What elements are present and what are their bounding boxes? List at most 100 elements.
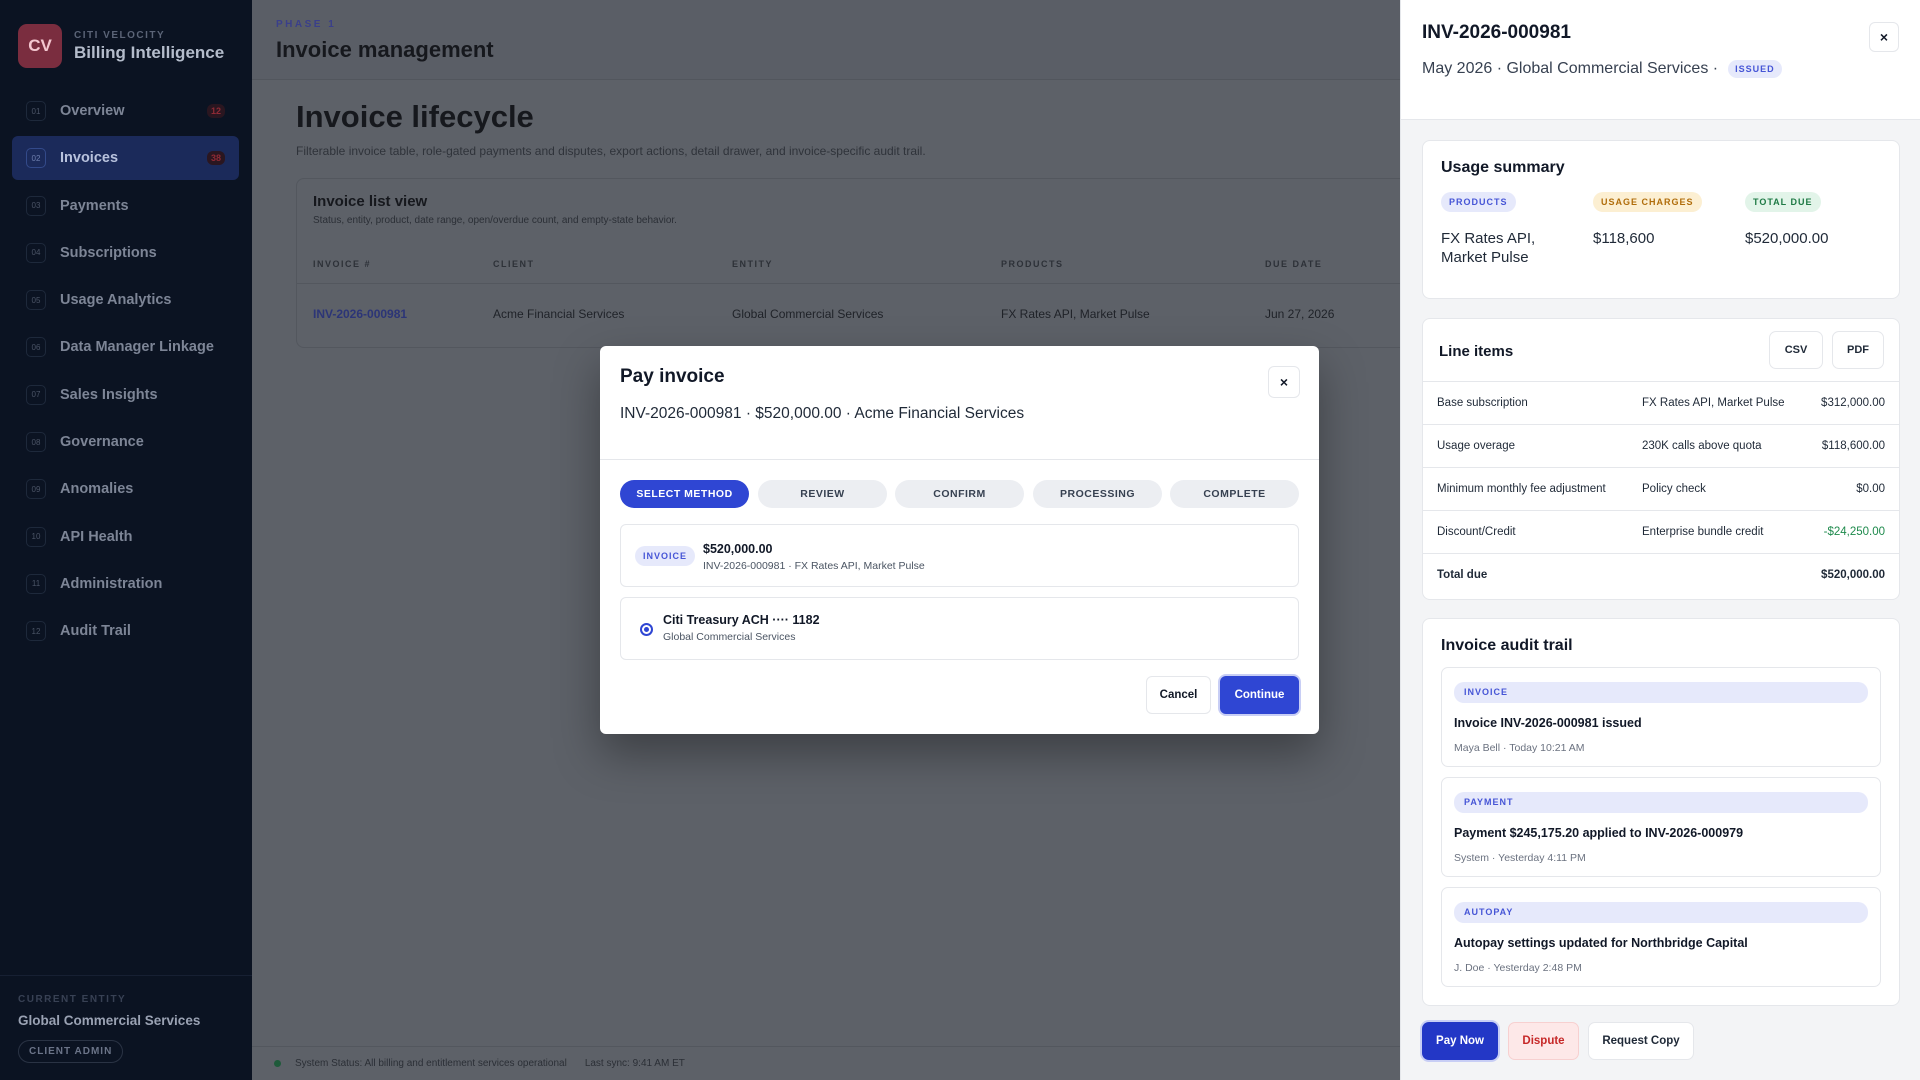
audit-entry: INVOICE Invoice INV-2026-000981 issued M…	[1441, 667, 1881, 767]
dispute-button[interactable]: Dispute	[1508, 1022, 1579, 1060]
page-title: Invoice management	[276, 37, 494, 62]
request-copy-button[interactable]: Request Copy	[1588, 1022, 1694, 1060]
invoice-link[interactable]: INV-2026-000981	[313, 307, 407, 321]
audit-entry: PAYMENT Payment $245,175.20 applied to I…	[1441, 777, 1881, 877]
role-badge: CLIENT ADMIN	[18, 1040, 124, 1063]
modal-title: Pay invoice	[620, 366, 725, 387]
sidebar-item-invoices[interactable]: 02 Invoices 38	[12, 136, 239, 181]
entity-cell: Global Commercial Services	[732, 307, 884, 321]
sidebar-item-data-manager-linkage[interactable]: 06 Data Manager Linkage	[12, 325, 239, 369]
system-status-text: System Status: All billing and entitleme…	[295, 1058, 567, 1069]
export-csv-button[interactable]: CSV	[1769, 331, 1823, 369]
nav-number: 05	[26, 290, 46, 311]
nav-number: 03	[26, 195, 46, 216]
column-header-products[interactable]: PRODUCTS	[1001, 259, 1064, 269]
drawer-title: INV-2026-000981	[1422, 22, 1571, 43]
drawer-subtitle: May 2026 · Global Commercial Services · …	[1422, 60, 1782, 78]
invoice-list-subtitle: Status, entity, product, date range, ope…	[313, 215, 677, 226]
total-due-label: Total due	[1437, 569, 1488, 581]
brand[interactable]: CV CITI VELOCITY Billing Intelligence	[18, 24, 224, 68]
step-review[interactable]: REVIEW	[758, 480, 887, 508]
audit-tag: AUTOPAY	[1454, 902, 1868, 923]
sidebar-item-subscriptions[interactable]: 04 Subscriptions	[12, 231, 239, 275]
usage-charges-value: $118,600	[1593, 230, 1655, 247]
invoice-list-card: Invoice list view Status, entity, produc…	[296, 178, 1417, 348]
line-item-detail: Policy check	[1642, 483, 1706, 495]
status-bar: System Status: All billing and entitleme…	[252, 1046, 1400, 1080]
invoice-detail-drawer: INV-2026-000981 May 2026 · Global Commer…	[1400, 0, 1920, 1080]
nav-number: 10	[26, 526, 46, 547]
export-pdf-button[interactable]: PDF	[1832, 331, 1884, 369]
continue-button[interactable]: Continue	[1220, 676, 1299, 714]
payment-method-option[interactable]: Citi Treasury ACH ···· 1182 Global Comme…	[620, 597, 1299, 660]
sidebar: CV CITI VELOCITY Billing Intelligence 01…	[0, 0, 252, 1080]
nav-number: 02	[26, 148, 46, 169]
line-item-row: Minimum monthly fee adjustment Policy ch…	[1423, 467, 1899, 510]
nav-number: 06	[26, 337, 46, 358]
column-header-due-date[interactable]: DUE DATE	[1265, 259, 1322, 269]
sidebar-item-anomalies[interactable]: 09 Anomalies	[12, 467, 239, 511]
invoice-chip: INVOICE	[635, 546, 696, 566]
count-badge: 12	[206, 104, 225, 118]
brand-name: Billing Intelligence	[74, 42, 225, 62]
sidebar-item-label: Administration	[60, 575, 163, 592]
client-cell: Acme Financial Services	[493, 307, 625, 321]
cancel-button[interactable]: Cancel	[1146, 676, 1211, 714]
audit-entry: AUTOPAY Autopay settings updated for Nor…	[1441, 887, 1881, 987]
column-header-entity[interactable]: ENTITY	[732, 259, 773, 269]
sidebar-item-audit-trail[interactable]: 12 Audit Trail	[12, 609, 239, 653]
audit-meta: J. Doe · Yesterday 2:48 PM	[1454, 962, 1582, 974]
step-select-method[interactable]: SELECT METHOD	[620, 480, 749, 508]
sidebar-item-label: API Health	[60, 528, 133, 545]
products-chip: PRODUCTS	[1441, 192, 1516, 212]
sidebar-item-governance[interactable]: 08 Governance	[12, 420, 239, 464]
pay-now-button[interactable]: Pay Now	[1422, 1022, 1498, 1060]
total-due-value: $520,000.00	[1745, 230, 1829, 247]
line-item-detail: FX Rates API, Market Pulse	[1642, 397, 1785, 409]
current-entity-label: CURRENT ENTITY	[18, 994, 127, 1005]
line-items-title: Line items	[1439, 343, 1514, 360]
step-processing[interactable]: PROCESSING	[1033, 480, 1162, 508]
line-item-name: Base subscription	[1437, 397, 1528, 409]
sidebar-item-sales-insights[interactable]: 07 Sales Insights	[12, 373, 239, 417]
line-item-row: Discount/Credit Enterprise bundle credit…	[1423, 510, 1899, 553]
audit-tag: INVOICE	[1454, 682, 1868, 703]
sidebar-item-label: Sales Insights	[60, 386, 158, 403]
sidebar-item-label: Anomalies	[60, 481, 134, 498]
line-item-detail: 230K calls above quota	[1642, 440, 1762, 452]
audit-text: Invoice INV-2026-000981 issued	[1454, 716, 1642, 730]
divider	[297, 283, 1417, 284]
step-confirm[interactable]: CONFIRM	[895, 480, 1024, 508]
sidebar-item-label: Usage Analytics	[60, 292, 172, 309]
sidebar-item-payments[interactable]: 03 Payments	[12, 184, 239, 228]
sidebar-item-overview[interactable]: 01 Overview 12	[12, 89, 239, 133]
nav-number: 01	[26, 101, 46, 121]
nav-number: 11	[26, 573, 46, 594]
products-value: FX Rates API, Market Pulse	[1441, 230, 1536, 266]
line-item-name: Usage overage	[1437, 440, 1515, 452]
close-icon[interactable]: ×	[1869, 22, 1899, 52]
sidebar-item-label: Data Manager Linkage	[60, 339, 214, 356]
radio-selected-icon[interactable]	[640, 623, 653, 636]
invoice-list-title: Invoice list view	[313, 193, 428, 210]
nav-number: 12	[26, 621, 46, 642]
sidebar-item-label: Payments	[60, 197, 129, 214]
sidebar-item-api-health[interactable]: 10 API Health	[12, 515, 239, 559]
line-item-detail: Enterprise bundle credit	[1642, 526, 1764, 538]
phase-label: PHASE 1	[276, 19, 337, 30]
status-dot-icon	[274, 1060, 281, 1067]
close-icon[interactable]: ×	[1268, 366, 1300, 398]
audit-text: Autopay settings updated for Northbridge…	[1454, 936, 1748, 950]
column-header-invoice[interactable]: INVOICE #	[313, 259, 371, 269]
nav-number: 07	[26, 384, 46, 405]
sidebar-item-administration[interactable]: 11 Administration	[12, 562, 239, 606]
products-cell: FX Rates API, Market Pulse	[1001, 307, 1150, 321]
column-header-client[interactable]: CLIENT	[493, 259, 535, 269]
audit-meta: Maya Bell · Today 10:21 AM	[1454, 742, 1585, 754]
top-bar: PHASE 1 Invoice management	[252, 0, 1400, 80]
audit-trail-card: Invoice audit trail INVOICE Invoice INV-…	[1422, 618, 1900, 1006]
line-item-amount: $118,600.00	[1821, 440, 1885, 452]
sidebar-item-usage-analytics[interactable]: 05 Usage Analytics	[12, 278, 239, 322]
step-complete[interactable]: COMPLETE	[1170, 480, 1299, 508]
count-badge: 38	[206, 151, 225, 166]
